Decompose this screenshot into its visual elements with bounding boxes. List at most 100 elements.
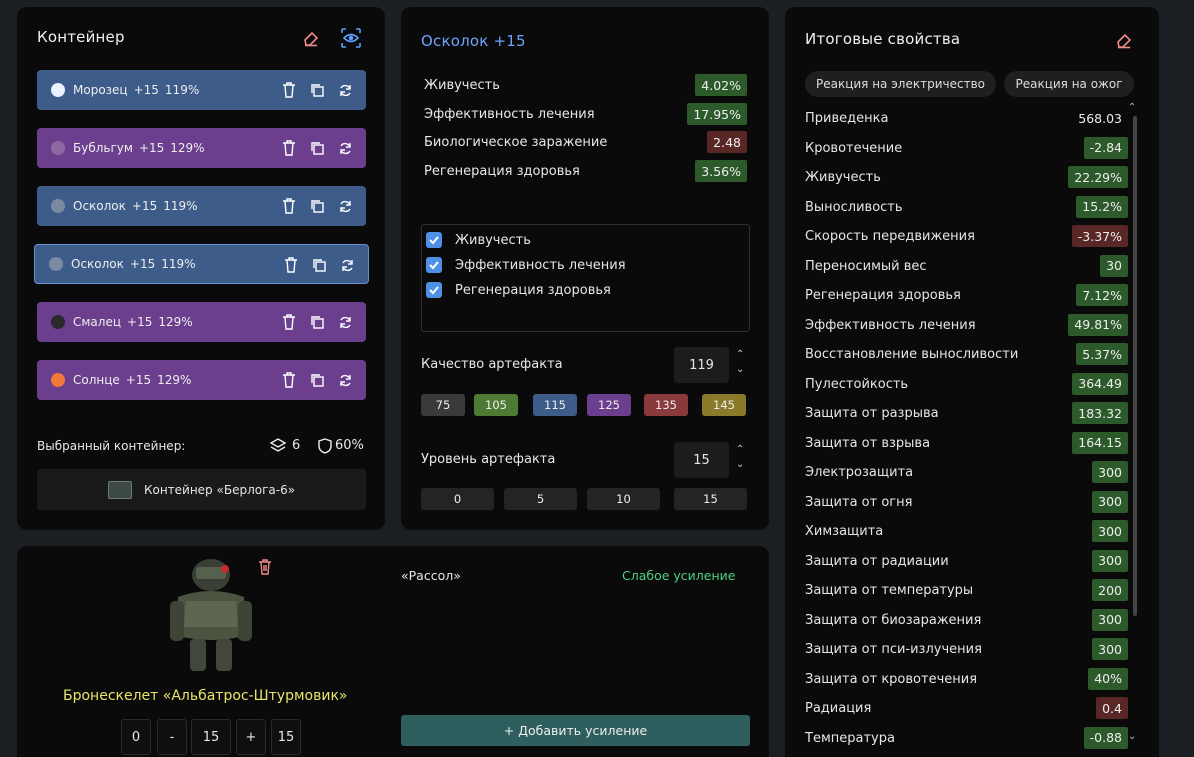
container-item[interactable]: Осколок +15 119% [34,244,369,284]
total-stat-label: Защита от разрыва [805,406,939,421]
selected-container-label: Выбранный контейнер: [37,439,186,453]
container-item[interactable]: Осколок +15 119% [37,186,366,226]
eraser-icon[interactable] [1113,29,1135,51]
tab-electric-reaction[interactable]: Реакция на электричество [805,71,996,97]
level-label: Уровень артефакта [421,452,556,467]
add-upgrade-button[interactable]: + Добавить усиление [401,715,750,746]
trash-icon[interactable] [280,81,298,99]
total-stat-label: Выносливость [805,199,903,215]
quality-input[interactable]: 119 [674,347,729,383]
artifact-icon [51,83,65,97]
container-item[interactable]: Смалец +15 129% [37,302,366,342]
checkbox-label: Регенерация здоровья [455,283,611,298]
chevron-up-icon[interactable]: ⌃ [736,349,744,360]
container-case-icon [107,480,132,499]
total-stat-value: -3.37% [1071,225,1128,247]
total-stat-label: Эффективность лечения [805,317,976,333]
copy-icon[interactable] [308,197,326,215]
total-stat-value: 300 [1092,520,1128,542]
copy-icon[interactable] [308,371,326,389]
copy-icon[interactable] [308,81,326,99]
container-name: Контейнер «Берлога-6» [143,482,296,497]
total-stat-label: Защита от биозаражения [805,612,982,628]
checkbox[interactable] [426,257,442,273]
container-item[interactable]: Морозец +15 119% [37,70,366,110]
armor-increment-button[interactable]: + [236,719,266,755]
container-item[interactable]: Бубльгум +15 129% [37,128,366,168]
armor-decrement-button[interactable]: - [157,719,187,755]
item-quality: 129% [158,315,193,329]
chevron-down-icon[interactable]: ⌄ [736,364,744,375]
artifact-stat-value: 4.02% [695,74,747,96]
tab-burn-reaction[interactable]: Реакция на ожог [1004,71,1134,97]
armor-level-input[interactable]: 15 [191,719,231,755]
total-stat-value: -0.88 [1083,726,1128,749]
trash-icon[interactable] [282,256,300,274]
armor-image [166,557,256,675]
eye-icon[interactable] [339,26,363,50]
artifact-stat-label: Биологическое заражение [424,135,608,150]
total-stat-value: 568.03 [1078,110,1122,126]
level-preset-button[interactable]: 15 [674,488,747,510]
quality-preset-button[interactable]: 135 [644,394,688,416]
checkbox[interactable] [426,232,442,248]
level-preset-button[interactable]: 5 [504,488,577,510]
quality-preset-button[interactable]: 145 [702,394,746,416]
artifact-icon [49,257,63,271]
artifact-title: Осколок +15 [421,32,526,50]
total-stat-label: Защита от взрыва [805,435,931,451]
total-stat-value: 5.37% [1076,343,1128,365]
trash-icon[interactable] [280,197,298,215]
total-stat-label: Скорость передвижения [805,229,975,244]
trash-icon[interactable] [280,371,298,389]
refresh-icon[interactable] [336,139,354,157]
refresh-icon[interactable] [336,313,354,331]
total-stat-value: 164.15 [1072,431,1128,454]
total-stat-value: 300 [1092,490,1128,513]
item-level: +15 [129,257,156,271]
armor-level-max[interactable]: 15 [271,719,301,755]
quality-preset-button[interactable]: 125 [587,394,631,416]
refresh-icon[interactable] [336,371,354,389]
copy-icon[interactable] [310,256,328,274]
protection-value: 60% [335,438,364,453]
artifact-icon [51,315,65,329]
trash-icon[interactable] [257,558,273,580]
chevron-up-icon[interactable]: ⌃ [736,444,744,455]
container-title: Контейнер [37,28,125,46]
armor-name: Бронескелет «Альбатрос-Штурмовик» [63,688,348,704]
container-item[interactable]: Солнце +15 129% [37,360,366,400]
chevron-down-icon[interactable]: ⌄ [736,459,744,470]
eraser-icon[interactable] [300,27,322,49]
quality-preset-button[interactable]: 75 [421,394,465,416]
copy-icon[interactable] [308,313,326,331]
quality-preset-button[interactable]: 115 [533,394,577,416]
armor-level-min[interactable]: 0 [121,719,151,755]
artifact-stat-value: 17.95% [687,103,747,125]
refresh-icon[interactable] [336,197,354,215]
chevron-down-icon[interactable]: ⌄ [1128,731,1136,742]
total-stat-value: 300 [1092,549,1128,572]
refresh-icon[interactable] [338,256,356,274]
item-name: Смалец [73,315,122,329]
level-preset-button[interactable]: 10 [587,488,660,510]
total-stat-value: 300 [1092,461,1128,483]
item-level: +15 [138,141,165,155]
artifact-icon [51,373,65,387]
checkbox[interactable] [426,282,442,298]
level-preset-button[interactable]: 0 [421,488,494,510]
total-stat-label: Защита от огня [805,494,913,510]
trash-icon[interactable] [280,313,298,331]
total-stat-value: 22.29% [1068,166,1128,188]
total-stat-value: 15.2% [1076,195,1128,218]
chevron-up-icon[interactable]: ⌃ [1128,102,1136,113]
trash-icon[interactable] [280,139,298,157]
total-stat-label: Защита от температуры [805,583,974,598]
refresh-icon[interactable] [336,81,354,99]
level-input[interactable]: 15 [674,442,729,478]
total-stat-label: Электрозащита [805,465,914,480]
scrollbar[interactable] [1133,116,1137,616]
copy-icon[interactable] [308,139,326,157]
quality-preset-button[interactable]: 105 [474,394,518,416]
container-select-button[interactable]: Контейнер «Берлога-6» [37,469,366,510]
